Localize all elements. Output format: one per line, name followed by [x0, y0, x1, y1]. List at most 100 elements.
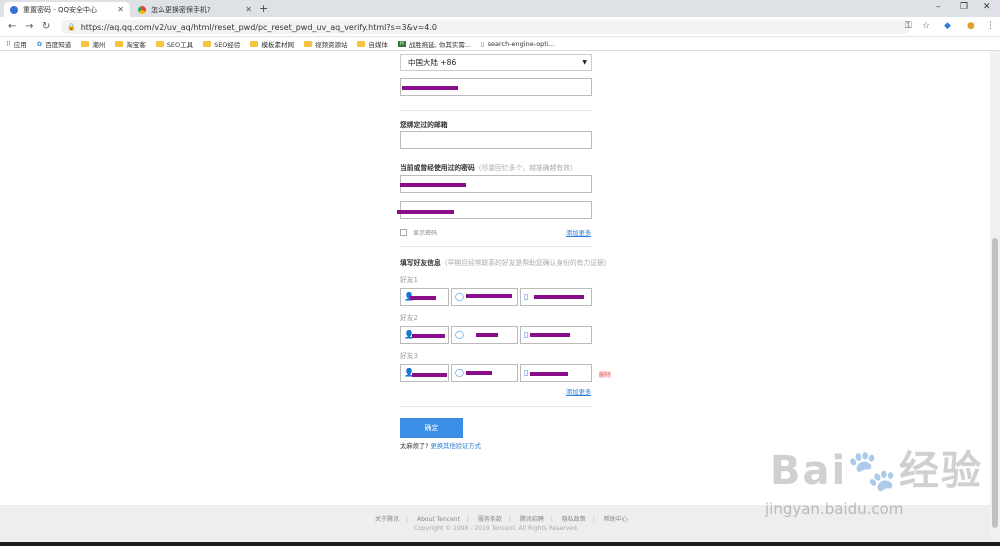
divider	[400, 246, 592, 247]
qq-icon: ◯	[455, 292, 464, 301]
friends-hint: （早期且经常联系的好友是帮助您确认身份的有力证据）	[440, 259, 611, 267]
change-verification-link[interactable]: 更换其他验证方式	[431, 443, 481, 450]
bookmark-apps[interactable]: ⠿ 应用	[6, 39, 27, 49]
lock-icon: 🔒	[67, 23, 76, 31]
friend-1-label: 好友1	[400, 276, 418, 284]
bookmark-chaozhou[interactable]: 潮州	[81, 39, 105, 49]
folder-icon	[303, 40, 312, 47]
back-icon[interactable]: ←	[8, 21, 16, 32]
reload-icon[interactable]: ↻	[42, 21, 50, 32]
baidu-icon: ✿	[36, 39, 43, 48]
footer-link-help[interactable]: 帮助中心	[604, 516, 628, 523]
redaction-mark	[530, 372, 568, 376]
divider	[400, 110, 592, 111]
url-text: https://aq.qq.com/v2/uv_aq/html/reset_pw…	[80, 22, 438, 32]
submit-button[interactable]: 确定	[400, 418, 463, 438]
footer-link-privacy[interactable]: 隐私政策	[562, 516, 586, 523]
phone-icon: ▯	[524, 330, 529, 339]
redaction-mark	[466, 371, 492, 375]
password-hint: （尽量回忆多个，越准确越有效）	[474, 164, 577, 172]
qq-icon: ◯	[455, 330, 464, 339]
bookmark-taobaoke[interactable]: 淘宝客	[115, 39, 146, 49]
folder-icon	[155, 40, 164, 47]
footer-link-jobs[interactable]: 腾讯招聘	[520, 516, 544, 523]
menu-icon[interactable]: ⋮	[986, 21, 995, 31]
new-tab-button[interactable]: +	[259, 2, 268, 15]
bookmark-templates[interactable]: 模板素材网	[250, 39, 294, 49]
bookmark-media[interactable]: 自媒体	[357, 39, 388, 49]
phone-icon: ▯	[524, 292, 529, 301]
redaction-mark	[412, 373, 447, 377]
folder-icon	[250, 40, 259, 47]
email-input[interactable]	[400, 131, 592, 149]
bookmarks-bar: ⠿ 应用 ✿ 百度知道 潮州 淘宝客 SEO工具 SEO经验 模板素材网 视频资源站…	[0, 37, 1000, 51]
phone-icon: ▯	[524, 368, 529, 377]
apps-grid-icon: ⠿	[6, 39, 11, 48]
bookmark-procrastination[interactable]: H 战胜拖延, 你其实需...	[397, 39, 471, 49]
forward-icon[interactable]: →	[25, 21, 33, 32]
alternate-verification: 太麻烦了? 更换其他验证方式	[400, 443, 481, 450]
taskbar	[0, 542, 1000, 546]
chrome-icon	[138, 5, 146, 14]
bookmark-baidu-zhidao[interactable]: ✿ 百度知道	[37, 39, 71, 49]
profile-avatar[interactable]: ●	[967, 21, 975, 31]
extension-icon[interactable]: ◆	[944, 21, 951, 31]
bookmark-videos[interactable]: 视频资源站	[303, 39, 347, 49]
country-code-select[interactable]: 中国大陆 +86 ▼	[400, 54, 592, 71]
baidu-jingyan-watermark: Bai🐾经验	[770, 448, 983, 494]
delete-friend-3-link[interactable]: 删除	[599, 370, 611, 379]
close-tab-icon[interactable]: ✕	[245, 5, 252, 14]
folder-icon	[203, 40, 212, 47]
redaction-mark	[530, 333, 570, 337]
redaction-mark	[534, 295, 584, 299]
copyright: Copyright © 1998 - 2019 Tencent. All Rig…	[414, 525, 579, 532]
close-tab-icon[interactable]: ✕	[117, 5, 124, 14]
footer-links: 关于腾讯 | About Tencent | 服务条款 | 腾讯招聘 | 隐私政策 | 帮…	[375, 516, 628, 523]
star-icon[interactable]: ☆	[922, 21, 930, 31]
tab-title: 怎么更换密保手机?	[151, 5, 211, 14]
folder-icon	[357, 40, 366, 47]
add-more-password-link[interactable]: 添加更多	[566, 228, 591, 237]
address-bar-row: ← → ↻ 🔒 https://aq.qq.com/v2/uv_aq/html/…	[0, 17, 1000, 37]
qq-icon: ◯	[455, 368, 464, 377]
key-icon[interactable]: ⚿	[905, 21, 912, 31]
tab-reset-password[interactable]: 重置密码 - QQ安全中心 ✕	[4, 2, 130, 17]
redaction-mark	[476, 333, 498, 337]
maximize-icon[interactable]: ❐	[960, 2, 968, 12]
checkbox-box[interactable]	[400, 229, 407, 236]
friend-2-label: 好友2	[400, 314, 418, 322]
url-bar[interactable]: 🔒 https://aq.qq.com/v2/uv_aq/html/reset_…	[61, 20, 910, 34]
dropdown-arrow-icon: ▼	[582, 59, 587, 66]
green-doc-icon: H	[397, 40, 406, 47]
friend-3-label: 好友3	[400, 352, 418, 360]
bookmark-seo-tools[interactable]: SEO工具	[155, 39, 193, 49]
watermark-url: jingyan.baidu.com	[765, 500, 904, 518]
redaction-mark	[397, 210, 454, 214]
footer-link-terms[interactable]: 服务条款	[478, 516, 502, 523]
redaction-mark	[466, 294, 512, 298]
email-label: 您绑定过的邮箱	[400, 121, 448, 129]
tab-bar: 重置密码 - QQ安全中心 ✕ 怎么更换密保手机? ✕ + – ❐ ✕	[0, 0, 1000, 17]
bookmark-seo-experience[interactable]: SEO经验	[203, 39, 240, 49]
redaction-mark	[402, 86, 458, 90]
tab-change-phone[interactable]: 怎么更换密保手机? ✕	[132, 2, 258, 17]
show-password-checkbox[interactable]: 显示密码	[400, 228, 437, 237]
add-more-friends-link[interactable]: 添加更多	[566, 387, 591, 396]
redaction-mark	[412, 334, 445, 338]
redaction-mark	[400, 183, 466, 187]
footer-link-about-en[interactable]: About Tencent	[417, 516, 460, 523]
redaction-mark	[410, 296, 436, 300]
bookmark-seo-article[interactable]: ▯ search-engine-opti...	[481, 40, 555, 48]
divider	[400, 406, 592, 407]
qq-shield-icon	[10, 5, 18, 14]
folder-icon	[115, 40, 124, 47]
password-label: 当前或曾经使用过的密码（尽量回忆多个，越准确越有效）	[400, 164, 577, 172]
page-content	[0, 51, 990, 505]
scrollbar-thumb[interactable]	[992, 238, 998, 528]
folder-icon	[81, 40, 90, 47]
page-icon: ▯	[481, 39, 485, 48]
minimize-icon[interactable]: –	[936, 2, 941, 12]
close-window-icon[interactable]: ✕	[983, 2, 991, 12]
tab-title: 重置密码 - QQ安全中心	[23, 5, 97, 14]
footer-link-about[interactable]: 关于腾讯	[375, 516, 399, 523]
